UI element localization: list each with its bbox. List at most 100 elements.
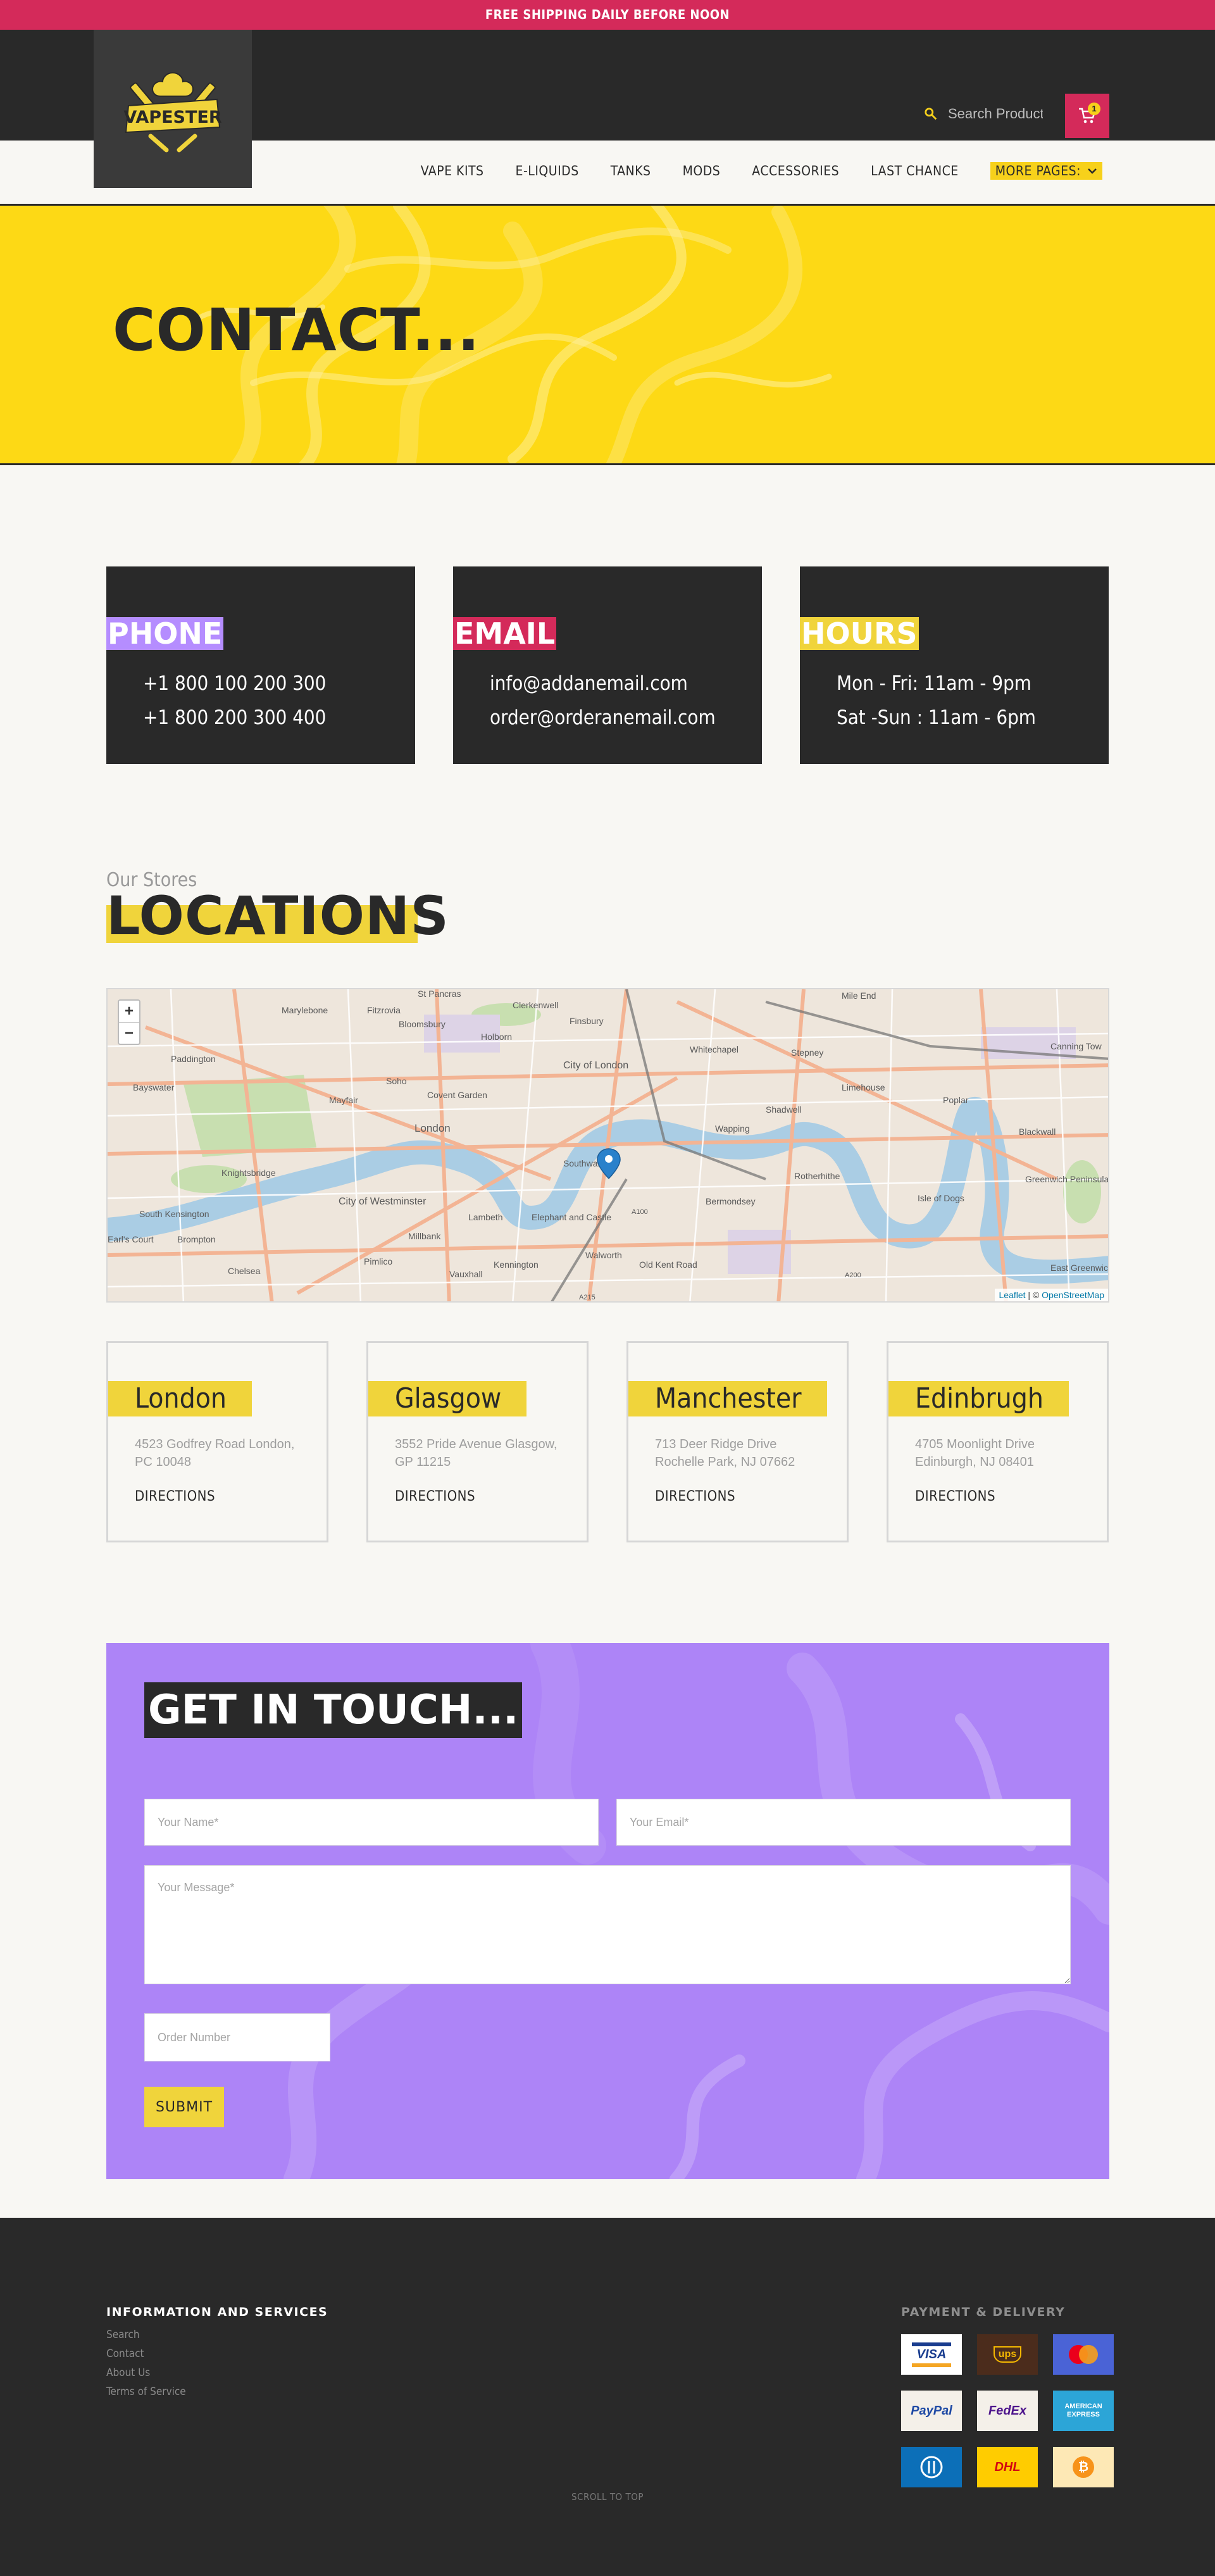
search-bar[interactable] (924, 106, 1043, 122)
fedex-icon: FedEx (977, 2391, 1038, 2431)
order-number-input[interactable] (144, 2013, 330, 2061)
footer-info-title: INFORMATION AND SERVICES (106, 2305, 328, 2319)
footer-link-search[interactable]: Search (106, 2325, 328, 2344)
map-label: Wapping (715, 1123, 750, 1134)
store-address-line: GP 11215 (395, 1455, 451, 1469)
payment-icons-grid: VISA ups PayPal FedEx AMERICAN EXPRESS DHL ₿ (901, 2334, 1114, 2487)
map-label: Blackwall (1019, 1127, 1056, 1137)
footer-info-column: INFORMATION AND SERVICES Search Contact … (106, 2305, 328, 2401)
store-city: London (108, 1381, 252, 1416)
payment-label: FedEx (988, 2403, 1027, 2418)
paypal-icon: PayPal (901, 2391, 962, 2431)
map-label: Soho (386, 1076, 407, 1086)
nav-more-pages-dropdown[interactable]: MORE PAGES: (990, 162, 1102, 180)
phone-card-label: PHONE (106, 616, 224, 651)
map-label: Old Kent Road (639, 1260, 697, 1270)
attribution-separator: | © (1025, 1290, 1042, 1300)
map-label: City of London (563, 1060, 628, 1071)
map-label: Whitechapel (690, 1044, 738, 1054)
submit-button[interactable]: SUBMIT (144, 2087, 224, 2127)
map-label: City of Westminster (339, 1196, 427, 1207)
email-card-label: EMAIL (453, 616, 557, 651)
search-icon[interactable] (924, 107, 938, 121)
map-label: A100 (632, 1208, 648, 1216)
locations-title: LOCATIONS (106, 885, 449, 947)
footer-link-terms[interactable]: Terms of Service (106, 2382, 328, 2401)
search-input[interactable] (948, 106, 1043, 122)
nav-item-accessories[interactable]: ACCESSORIES (752, 163, 839, 178)
hours-card-label: HOURS (800, 616, 919, 651)
zoom-out-button[interactable]: − (119, 1022, 139, 1044)
cart-button[interactable]: 1 (1065, 94, 1109, 138)
diners-icon (901, 2447, 962, 2487)
directions-link[interactable]: DIRECTIONS (108, 1489, 327, 1504)
nav-item-last-chance[interactable]: LAST CHANCE (871, 163, 959, 178)
map-label: Holborn (481, 1032, 512, 1042)
footer-link-contact[interactable]: Contact (106, 2344, 328, 2363)
footer-payment-column: PAYMENT & DELIVERY VISA ups PayPal FedEx AME… (901, 2305, 1114, 2487)
vapester-logo-icon: VAPESTER (123, 72, 222, 153)
contact-form-title: GET IN TOUCH... (144, 1682, 523, 1738)
store-city: Edinbrugh (888, 1381, 1069, 1416)
visa-icon: VISA (901, 2334, 962, 2375)
store-address-line: 713 Deer Ridge Drive (655, 1437, 777, 1451)
map-label: Fitzrovia (367, 1005, 401, 1015)
phone-number-1[interactable]: +1 800 100 200 300 (143, 666, 415, 701)
footer-payment-title: PAYMENT & DELIVERY (901, 2305, 1066, 2319)
nav-more-pages-label: MORE PAGES: (995, 163, 1081, 178)
logo[interactable]: VAPESTER (94, 30, 252, 188)
bitcoin-icon: ₿ (1053, 2447, 1114, 2487)
contact-info-cards: PHONE +1 800 100 200 300 +1 800 200 300 … (106, 566, 1109, 764)
map-label: Vauxhall (449, 1269, 483, 1279)
page-title: CONTACT... (113, 296, 480, 364)
map-label: Poplar (943, 1095, 969, 1105)
directions-link[interactable]: DIRECTIONS (628, 1489, 847, 1504)
store-address-line: 4523 Godfrey Road London, (135, 1437, 295, 1451)
store-list: London 4523 Godfrey Road London, PC 10048… (106, 1341, 1109, 1542)
amex-icon: AMERICAN EXPRESS (1053, 2391, 1114, 2431)
nav-item-tanks[interactable]: TANKS (611, 163, 651, 178)
scroll-to-top-link[interactable]: SCROLL TO TOP (0, 2491, 1215, 2503)
footer-link-about[interactable]: About Us (106, 2363, 328, 2382)
phone-number-2[interactable]: +1 800 200 300 400 (143, 701, 415, 735)
payment-label: ups (993, 2346, 1022, 2363)
email-address-1[interactable]: info@addanemail.com (490, 666, 762, 701)
store-address-line: Edinburgh, NJ 08401 (915, 1455, 1034, 1469)
footer: INFORMATION AND SERVICES Search Contact … (0, 2218, 1215, 2576)
cart-count-badge: 1 (1088, 103, 1100, 115)
directions-link[interactable]: DIRECTIONS (888, 1489, 1107, 1504)
map-label: Pimlico (364, 1256, 392, 1266)
store-card: Edinbrugh 4705 Moonlight Drive Edinburgh,… (887, 1341, 1109, 1542)
map-label: Kennington (494, 1260, 539, 1270)
map-label: Marylebone (282, 1005, 328, 1015)
message-textarea[interactable] (144, 1865, 1071, 1984)
osm-link[interactable]: OpenStreetMap (1042, 1290, 1104, 1300)
leaflet-link[interactable]: Leaflet (999, 1290, 1025, 1300)
store-address-line: PC 10048 (135, 1455, 191, 1469)
map-label: Brompton (177, 1234, 216, 1244)
nav-item-mods[interactable]: MODS (683, 163, 721, 178)
map-label: St Pancras (418, 989, 461, 999)
map-label: London (414, 1122, 451, 1134)
directions-link[interactable]: DIRECTIONS (368, 1489, 587, 1504)
page-hero: CONTACT... (0, 206, 1215, 465)
store-card: Glasgow 3552 Pride Avenue Glasgow, GP 112… (366, 1341, 589, 1542)
contact-form-section: GET IN TOUCH... SUBMIT (106, 1643, 1109, 2179)
map-tiles[interactable]: St Pancras Clerkenwell Finsbury Mile End… (108, 989, 1109, 1303)
map-label: Stepney (791, 1047, 823, 1058)
locations-heading: LOCATIONS (106, 885, 449, 947)
nav-item-vape-kits[interactable]: VAPE KITS (421, 163, 484, 178)
nav-item-e-liquids[interactable]: E-LIQUIDS (516, 163, 579, 178)
map-label: Limehouse (842, 1082, 885, 1092)
map-label: Mile End (842, 991, 876, 1001)
map-label: Walworth (585, 1250, 622, 1260)
zoom-in-button[interactable]: + (119, 1001, 139, 1022)
map-label: Clerkenwell (513, 1000, 558, 1010)
email-address-2[interactable]: order@orderanemail.com (490, 701, 762, 735)
announcement-bar: FREE SHIPPING DAILY BEFORE NOON (0, 0, 1215, 30)
payment-label: PayPal (911, 2403, 952, 2418)
name-input[interactable] (144, 1799, 599, 1846)
map-zoom-control: + − (118, 999, 140, 1045)
email-input[interactable] (616, 1799, 1071, 1846)
store-map[interactable]: St Pancras Clerkenwell Finsbury Mile End… (106, 988, 1109, 1303)
